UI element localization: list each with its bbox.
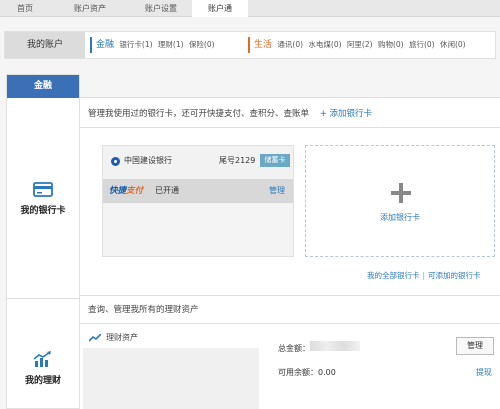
all-bank-cards-link[interactable]: 我的全部银行卡 (367, 271, 420, 280)
quickpay-logo: 快捷支付 (109, 186, 144, 196)
sidebar: 金融 我的银行卡 我的理财 (6, 74, 80, 409)
life-heading[interactable]: 生活 (254, 40, 272, 50)
life-item-telecom[interactable]: 通讯(0) (277, 40, 303, 49)
wealth-section-header: 查询、管理我所有的理财资产 (88, 302, 199, 318)
wealth-asset-title: 理财资产 (106, 333, 138, 342)
account-bar-title: 我的账户 (5, 32, 85, 58)
quickpay-status: 已开通 (155, 186, 179, 195)
life-item-leisure[interactable]: 休闲(0) (440, 40, 466, 49)
life-item-travel[interactable]: 旅行(0) (409, 40, 435, 49)
wealth-manage-button[interactable]: 管理 (456, 337, 494, 355)
top-nav: 首页 账户资产 账户设置 账户通 (0, 0, 500, 17)
section-divider (80, 295, 500, 296)
wealth-asset-chart-area (83, 348, 259, 409)
card-type-badge: 储蓄卡 (260, 154, 290, 167)
life-group: 生活 通讯(0) 水电煤(0) 阿里(2) 购物(0) 旅行(0) 休闲(0) (248, 37, 469, 53)
sidebar-tab-finance[interactable]: 金融 (7, 75, 79, 98)
sidebar-item-label: 我的理财 (24, 376, 61, 386)
total-amount-masked (310, 341, 360, 351)
wealth-section-description: 查询、管理我所有的理财资产 (88, 305, 199, 315)
tab-account-settings[interactable]: 账户设置 (130, 0, 192, 17)
sidebar-item-wealth[interactable]: 我的理财 (7, 351, 79, 386)
bank-card[interactable]: 中国建设银行 尾号2129 储蓄卡 快捷支付 已开通 管理 (102, 145, 294, 257)
tab-account-pass[interactable]: 账户通 (192, 0, 248, 17)
finance-item-wealth[interactable]: 理财(1) (158, 40, 184, 49)
life-item-shopping[interactable]: 购物(0) (378, 40, 404, 49)
chart-growth-icon (33, 351, 51, 367)
total-amount-label: 总金额： (278, 344, 310, 353)
bank-card-links: 我的全部银行卡 | 可添加的银行卡 (367, 271, 481, 280)
life-item-ali[interactable]: 阿里(2) (347, 40, 373, 49)
tab-account-assets[interactable]: 账户资产 (50, 0, 130, 17)
life-item-utilities[interactable]: 水电煤(0) (308, 40, 341, 49)
quickpay-row: 快捷支付 已开通 管理 (103, 179, 293, 203)
tab-home[interactable]: 首页 (0, 0, 50, 17)
sidebar-item-label: 我的银行卡 (20, 206, 66, 216)
bank-section-description: 管理我使用过的银行卡，还可开快捷支付、查积分、查账单 (88, 109, 310, 119)
add-bank-card-tile[interactable]: 添加银行卡 (305, 145, 495, 257)
finance-group: 金融 银行卡(1) 理财(1) 保险(0) (90, 37, 218, 53)
sidebar-item-bank-card[interactable]: 我的银行卡 (7, 182, 79, 216)
finance-heading[interactable]: 金融 (96, 40, 114, 50)
withdraw-link[interactable]: 提现 (476, 367, 492, 378)
section-divider (80, 127, 500, 128)
available-balance: 可用余额：0.00 (278, 368, 336, 377)
bank-card-icon (33, 182, 53, 197)
sidebar-divider (7, 298, 79, 299)
addable-bank-cards-link[interactable]: 可添加的银行卡 (428, 271, 481, 280)
bank-card-header: 中国建设银行 尾号2129 储蓄卡 (103, 146, 293, 178)
account-bar: 我的账户 金融 银行卡(1) 理财(1) 保险(0) 生活 通讯(0) 水电煤(… (4, 31, 496, 59)
bank-logo-icon (111, 157, 120, 166)
add-bank-card-link[interactable]: + 添加银行卡 (320, 109, 372, 119)
trend-line-icon (89, 334, 101, 342)
finance-item-insurance[interactable]: 保险(0) (189, 40, 215, 49)
card-manage-link[interactable]: 管理 (269, 185, 285, 196)
add-bank-card-label: 添加银行卡 (380, 213, 420, 222)
bank-name: 中国建设银行 (124, 156, 172, 165)
bank-section-header: 管理我使用过的银行卡，还可开快捷支付、查积分、查账单 + 添加银行卡 (88, 106, 372, 122)
plus-icon (391, 183, 411, 203)
section-divider (80, 323, 500, 324)
finance-item-bankcard[interactable]: 银行卡(1) (119, 40, 152, 49)
card-tail-number: 尾号2129 (219, 156, 256, 165)
